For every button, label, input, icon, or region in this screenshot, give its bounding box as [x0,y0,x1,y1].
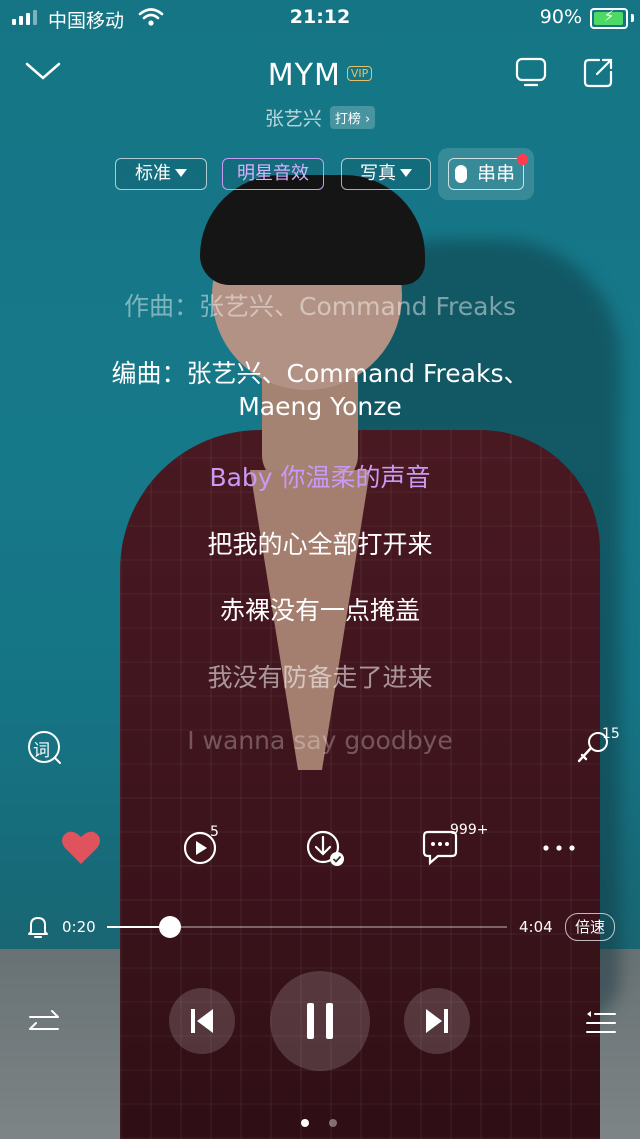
photo-select[interactable]: 写真 [341,158,431,190]
progress-bar[interactable] [107,916,507,938]
toggle-icon [455,165,467,183]
download-icon[interactable] [302,826,346,870]
progress-knob[interactable] [158,916,181,938]
chuan-button[interactable]: 串串 [438,148,534,200]
comment-icon[interactable]: 999+ [418,822,488,870]
prev-icon [191,1009,213,1033]
vip-badge: VIP [346,66,373,81]
artist-name[interactable]: 张艺兴 [265,108,322,130]
lyrics-icon[interactable]: 词 [25,728,65,768]
lyrics-icon-label: 词 [33,741,50,761]
total-time: 4:04 [519,918,553,936]
tv-icon[interactable] [513,54,549,90]
photo-label: 写真 [360,163,396,184]
page-indicator [329,1119,337,1127]
caret-down-icon [400,169,412,177]
current-time: 0:20 [62,918,96,936]
lyric-line: 我没有防备走了进来 [207,663,433,692]
share-icon[interactable] [581,54,617,90]
video-count: 5 [210,824,219,840]
pause-icon [307,1003,333,1039]
chuan-label: 串串 [477,163,516,185]
star-effect-button[interactable]: 明星音效 [222,158,324,190]
playlist-icon[interactable] [583,1006,617,1038]
lyric-line: Maeng Yonze [238,392,402,421]
lyric-line: 编曲：张艺兴、Command Freaks、 [111,359,529,388]
lyric-line: 把我的心全部打开来 [207,530,433,559]
battery-icon: ⚡ [590,7,628,29]
lyric-line: 赤裸没有一点掩盖 [219,596,420,625]
notification-dot [517,154,528,165]
rank-button[interactable]: 打榜 › [329,106,376,129]
lyric-line: I wanna say goodbye [187,726,453,755]
quality-select[interactable]: 标准 [115,158,207,190]
caret-down-icon [175,169,187,177]
star-effect-label: 明星音效 [237,163,309,184]
battery-percent: 90% [539,6,582,28]
video-icon[interactable]: 5 [180,824,224,870]
status-bar: 中国移动 21:12 90% ⚡ [0,0,640,36]
song-title: MYM [267,58,341,93]
next-button[interactable] [404,988,470,1054]
prev-button[interactable] [169,988,235,1054]
comment-count: 999+ [450,822,489,838]
next-icon [426,1009,448,1033]
more-icon[interactable] [538,826,582,870]
player-screen: 中国移动 21:12 90% ⚡ MYM VIP 张艺兴 打榜 › 标准 明星音… [0,0,640,1139]
page-indicator-active [301,1119,309,1127]
alarm-icon[interactable] [26,914,50,940]
progress-row: 0:20 4:04 倍速 [0,910,640,944]
artist-row: 张艺兴 打榜 › [0,104,640,131]
lyric-line-current: Baby 你温柔的声音 [209,463,431,492]
lyric-line: 作曲：张艺兴、Command Freaks [124,292,516,321]
quality-label: 标准 [135,163,171,184]
shuffle-icon[interactable] [28,1008,62,1038]
speed-button[interactable]: 倍速 [565,913,615,941]
heart-icon[interactable] [59,826,103,870]
pause-button[interactable] [270,971,370,1071]
mic-icon[interactable]: 15 [574,726,620,768]
mic-count: 15 [602,726,620,742]
